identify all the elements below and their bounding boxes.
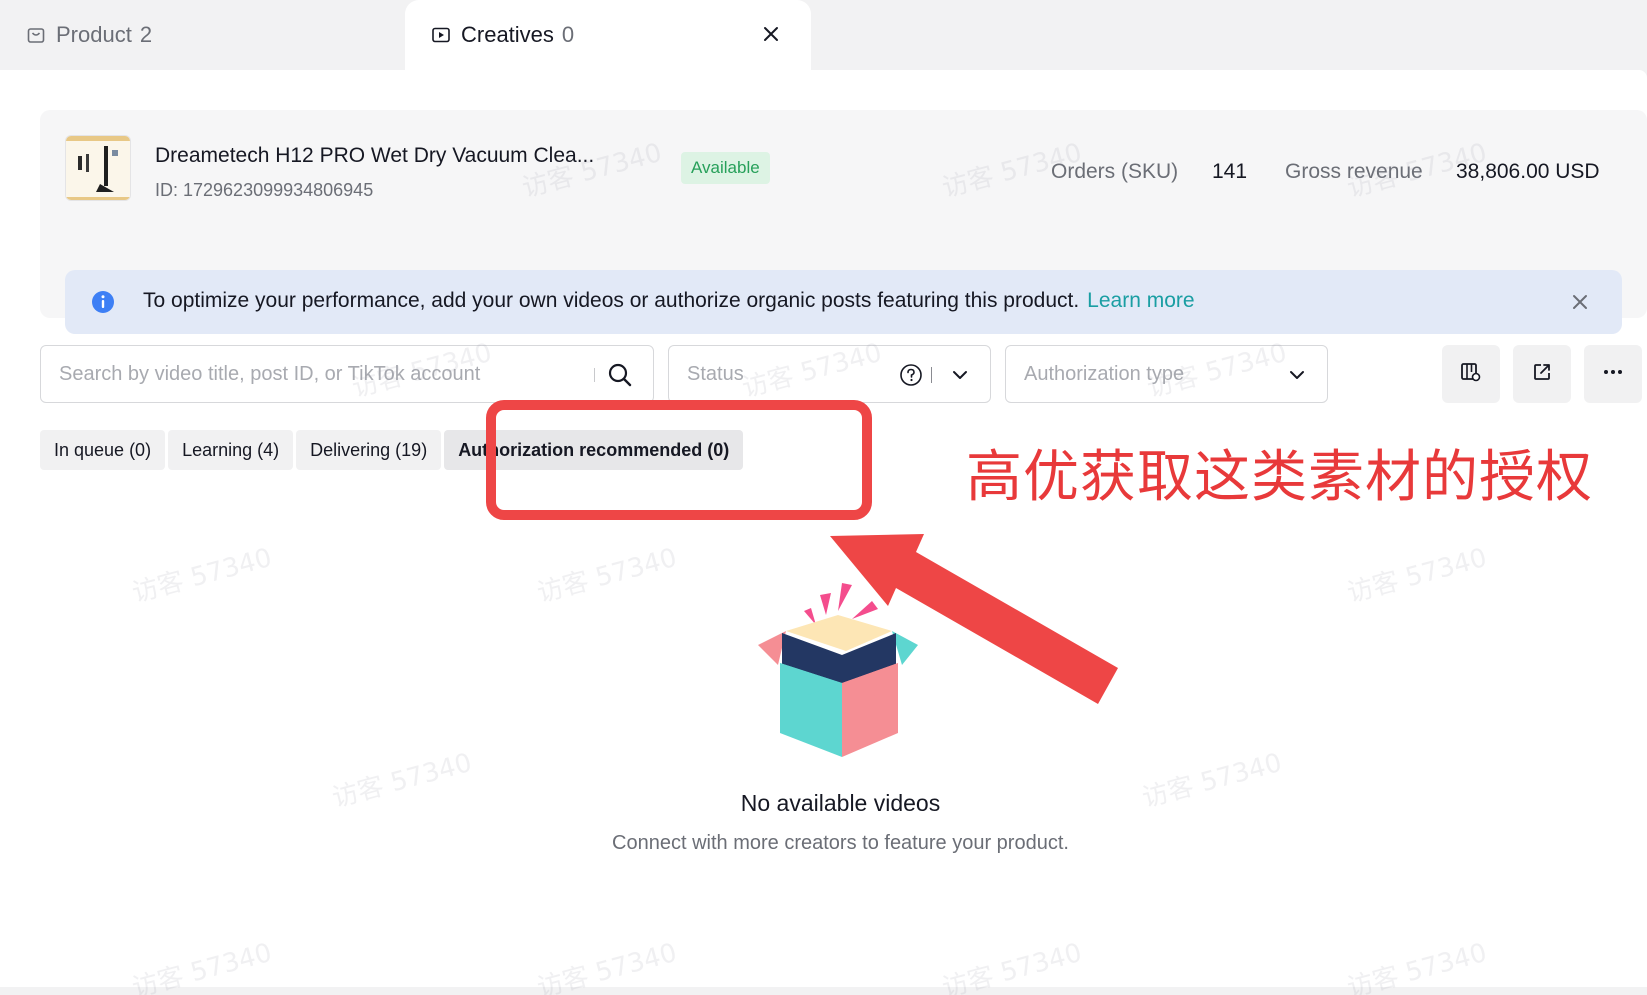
status-select[interactable]: Status [668,345,991,403]
export-button[interactable] [1513,345,1571,403]
tab-creatives-label: Creatives [461,22,554,47]
status-badge: Available [681,152,770,184]
column-settings-icon [1459,360,1483,389]
search-input[interactable]: Search by video title, post ID, or TikTo… [40,345,654,403]
chevron-down-icon [1287,365,1307,385]
more-icon [1602,361,1624,388]
help-icon[interactable] [899,363,923,387]
product-thumbnail [65,135,131,201]
authorization-type-select[interactable]: Authorization type [1005,345,1328,403]
tab-product-label: Product [56,22,132,47]
tab-creatives-count: 0 [561,22,575,47]
tab-creatives[interactable]: Creatives 0 [405,0,811,70]
info-icon [91,290,115,314]
tab-learning[interactable]: Learning (4) [168,430,294,470]
close-tab-icon[interactable] [759,22,783,46]
revenue-label: Gross revenue [1285,160,1423,183]
creatives-panel: Dreametech H12 PRO Wet Dry Vacuum Clea..… [0,70,1647,987]
authorization-type-placeholder: Authorization type [1024,363,1185,385]
banner-text: To optimize your performance, add your o… [143,289,1080,312]
learn-more-link[interactable]: Learn more [1087,289,1194,312]
product-title[interactable]: Dreametech H12 PRO Wet Dry Vacuum Clea..… [155,144,594,168]
search-divider [594,368,595,382]
orders-label: Orders (SKU) [1051,160,1179,183]
orders-value: 141 [1212,160,1248,183]
empty-state-title: No available videos [740,790,941,816]
app-stage: Product 2 Creatives 0 Dreametech H12 PRO… [0,0,1647,995]
empty-box-illustration [738,575,938,765]
close-banner-icon[interactable] [1568,290,1592,314]
tab-in-queue[interactable]: In queue (0) [40,430,166,470]
product-bag-icon [26,25,46,45]
empty-state-subtitle: Connect with more creators to feature yo… [612,832,1069,854]
video-icon [431,25,451,45]
tab-product-count: 2 [139,22,153,47]
chevron-down-icon [950,365,970,385]
revenue-value: 38,806.00 USD [1456,160,1600,183]
search-icon[interactable] [607,362,633,388]
banner-message: To optimize your performance, add your o… [143,289,1195,313]
product-card: Dreametech H12 PRO Wet Dry Vacuum Clea..… [40,110,1647,334]
export-icon [1531,361,1553,388]
tab-product[interactable]: Product 2 [26,0,152,70]
tab-delivering[interactable]: Delivering (19) [296,430,442,470]
more-options-button[interactable] [1584,345,1642,403]
search-placeholder: Search by video title, post ID, or TikTo… [59,363,481,385]
annotation-note: 高优获取这类素材的授权 [966,445,1593,510]
info-banner: To optimize your performance, add your o… [65,270,1622,334]
status-placeholder: Status [687,363,744,385]
status-divider [931,367,932,383]
product-id: ID: 1729623099934806945 [155,180,374,200]
column-settings-button[interactable] [1442,345,1500,403]
